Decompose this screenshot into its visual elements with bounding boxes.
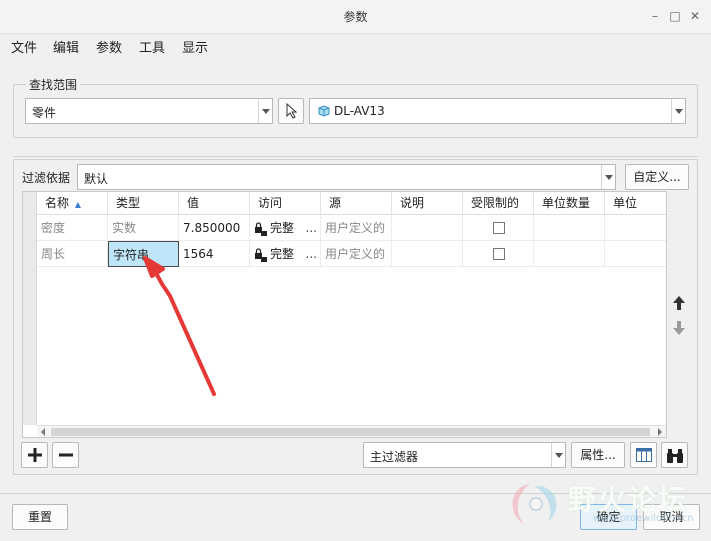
row1-restricted xyxy=(463,215,534,241)
menu-tools[interactable]: 工具 xyxy=(139,37,165,56)
chevron-down-icon xyxy=(601,165,615,189)
title-bar: 参数 – □ ✕ xyxy=(0,0,711,34)
column-header-restricted[interactable]: 受限制的 xyxy=(463,192,534,215)
row1-access[interactable]: 完整 ... xyxy=(250,215,321,241)
row1-type[interactable]: 实数 xyxy=(108,215,179,241)
table-columns-button[interactable] xyxy=(630,442,657,468)
main-filter-select[interactable]: 主过滤器 xyxy=(363,442,566,468)
binoculars-icon xyxy=(667,449,683,463)
customize-button[interactable]: 自定义... xyxy=(625,164,689,190)
horizontal-scrollbar[interactable] xyxy=(37,425,666,437)
section-divider xyxy=(13,156,698,157)
sort-asc-icon: ▲ xyxy=(74,200,81,209)
plus-icon xyxy=(28,448,42,462)
watermark-logo-icon xyxy=(512,484,557,524)
scope-model-select[interactable]: DL-AV13 xyxy=(309,98,686,124)
select-pointer-button[interactable] xyxy=(278,98,304,124)
row1-access-more[interactable]: ... xyxy=(306,215,317,240)
filter-select[interactable]: 默认 xyxy=(77,164,616,190)
watermark-url: www.proewildfire.cn xyxy=(593,513,694,524)
parameters-table: 名称 ▲ 类型 值 访问 源 说明 受限制的 单位数量 单位 密度 实数 7.8… xyxy=(22,191,667,438)
scope-type-value: 零件 xyxy=(32,106,57,120)
scope-type-select[interactable]: 零件 xyxy=(25,98,273,124)
scope-model-value: DL-AV13 xyxy=(334,104,385,118)
chevron-down-icon xyxy=(258,99,272,123)
column-header-type[interactable]: 类型 xyxy=(108,192,179,215)
part-cube-icon xyxy=(318,105,330,117)
find-button[interactable] xyxy=(661,442,688,468)
row2-unit[interactable] xyxy=(605,241,666,267)
filter-value: 默认 xyxy=(84,172,109,186)
filter-label: 过滤依据 xyxy=(22,171,71,185)
row-header-strip xyxy=(23,192,37,425)
maximize-button[interactable]: □ xyxy=(668,9,682,23)
column-header-value[interactable]: 值 xyxy=(179,192,250,215)
minimize-button[interactable]: – xyxy=(648,9,662,23)
row2-restricted-checkbox[interactable] xyxy=(493,248,505,260)
table-columns-icon xyxy=(636,448,652,462)
add-parameter-button[interactable] xyxy=(21,442,48,468)
column-header-unit-quantity[interactable]: 单位数量 xyxy=(534,192,605,215)
row1-unit-quantity[interactable] xyxy=(534,215,605,241)
move-up-icon[interactable] xyxy=(672,295,686,311)
menu-bar: 文件 编辑 参数 工具 显示 xyxy=(0,34,711,58)
lock-icon xyxy=(255,221,267,236)
row2-access-more[interactable]: ... xyxy=(306,241,317,266)
row1-restricted-checkbox[interactable] xyxy=(493,222,505,234)
column-header-access[interactable]: 访问 xyxy=(250,192,321,215)
menu-edit[interactable]: 编辑 xyxy=(53,37,79,56)
scroll-right-icon[interactable] xyxy=(658,428,662,436)
watermark-text: 野火论坛 xyxy=(568,483,689,516)
row1-name[interactable]: 密度 xyxy=(37,215,108,241)
row2-unit-quantity[interactable] xyxy=(534,241,605,267)
menu-parameter[interactable]: 参数 xyxy=(96,37,122,56)
scroll-left-icon[interactable] xyxy=(41,428,45,436)
column-header-name[interactable]: 名称 ▲ xyxy=(37,192,108,215)
row1-description[interactable] xyxy=(392,215,463,241)
column-header-source[interactable]: 源 xyxy=(321,192,392,215)
scope-label: 查找范围 xyxy=(26,76,81,93)
lock-icon xyxy=(255,247,267,262)
close-button[interactable]: ✕ xyxy=(688,9,702,23)
row2-value[interactable]: 1564 xyxy=(179,241,250,267)
row2-description[interactable] xyxy=(392,241,463,267)
move-down-icon[interactable] xyxy=(672,320,686,336)
main-filter-value: 主过滤器 xyxy=(370,450,419,464)
menu-file[interactable]: 文件 xyxy=(11,37,37,56)
row2-type-selected[interactable]: 字符串 xyxy=(108,241,179,267)
column-header-unit[interactable]: 单位 xyxy=(605,192,666,215)
remove-parameter-button[interactable] xyxy=(52,442,79,468)
chevron-down-icon xyxy=(551,443,565,467)
chevron-down-icon xyxy=(671,99,685,123)
row2-name[interactable]: 周长 xyxy=(37,241,108,267)
row2-source[interactable]: 用户定义的 xyxy=(321,241,392,267)
column-header-description[interactable]: 说明 xyxy=(392,192,463,215)
row1-source[interactable]: 用户定义的 xyxy=(321,215,392,241)
window-title: 参数 xyxy=(343,10,368,24)
properties-button[interactable]: 属性... xyxy=(571,442,625,468)
menu-display[interactable]: 显示 xyxy=(182,37,208,56)
scrollbar-thumb[interactable] xyxy=(51,428,650,436)
cursor-arrow-icon xyxy=(286,103,298,119)
reset-button[interactable]: 重置 xyxy=(12,504,68,530)
row2-access[interactable]: 完整 ... xyxy=(250,241,321,267)
minus-icon xyxy=(59,453,73,457)
row1-value[interactable]: 7.850000 xyxy=(179,215,250,241)
row1-unit[interactable] xyxy=(605,215,666,241)
row2-restricted xyxy=(463,241,534,267)
